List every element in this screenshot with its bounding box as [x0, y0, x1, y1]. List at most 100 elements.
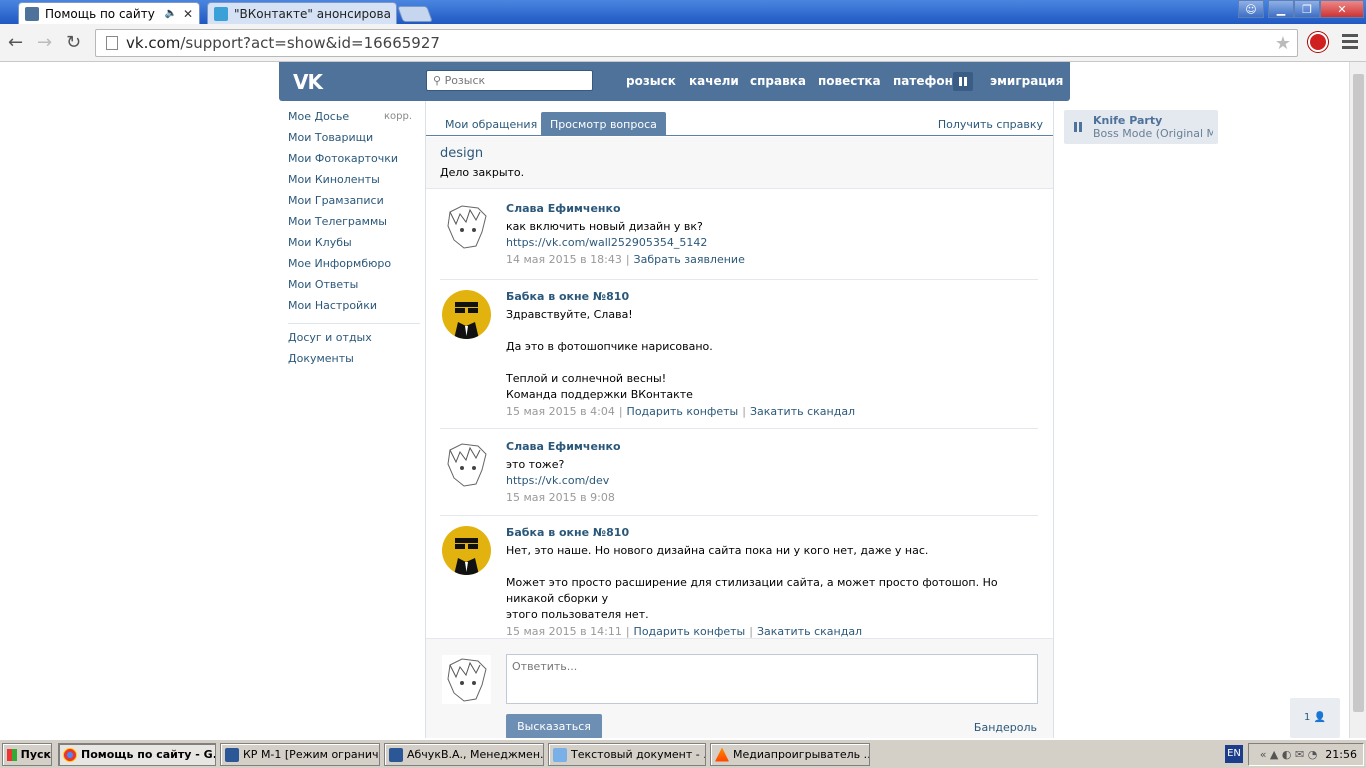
topic-header: design Дело закрыто. [426, 137, 1053, 189]
menu-item-friends[interactable]: Мои Товарищи [288, 131, 420, 152]
system-tray: « ▲ ◐ ✉ ◔ 21:56 [1248, 743, 1364, 766]
vlc-icon [715, 747, 729, 762]
nav-search[interactable]: розыск [626, 74, 676, 88]
reload-icon[interactable]: ↻ [66, 32, 81, 53]
menu-item-settings[interactable]: Мои Настройки [288, 299, 420, 320]
search-input[interactable]: ⚲ Розыск [426, 70, 593, 91]
tray-icons[interactable]: « ▲ ◐ ✉ ◔ [1260, 748, 1318, 761]
nav-logout[interactable]: повестка [818, 74, 881, 88]
post-text: Может это просто расширение для стилизац… [506, 576, 998, 605]
menu-item-videos[interactable]: Мои Киноленты [288, 173, 420, 194]
player-artist: Knife Party [1093, 114, 1163, 127]
browser-toolbar: ← → ↻ vk.com/support?act=show&id=1666592… [0, 24, 1366, 62]
user-icon: 👤 [1313, 712, 1327, 723]
make-scandal-link[interactable]: Закатить скандал [750, 405, 855, 418]
audio-player[interactable]: Knife Party Boss Mode (Original M... [1064, 110, 1218, 144]
forward-icon[interactable]: → [37, 32, 52, 53]
online-friends-widget[interactable]: 1 👤 [1290, 698, 1340, 738]
taskbar-item-chrome[interactable]: Помощь по сайту - G... [58, 743, 216, 766]
bookmark-star-icon[interactable]: ★ [1275, 33, 1291, 54]
menu-item-audio[interactable]: Мои Грамзаписи [288, 194, 420, 215]
tab-my-requests[interactable]: Мои обращения [436, 112, 546, 136]
post-meta: 15 мая 2015 в 9:08 [506, 491, 1038, 504]
user-avatar[interactable] [442, 202, 491, 251]
nav-music[interactable]: патефон [893, 74, 953, 88]
post: Слава Ефимченко это тоже? https://vk.com… [440, 440, 1038, 516]
post-meta: 15 мая 2015 в 4:04 | Подарить конфеты | Зака… [506, 405, 856, 418]
post-text: как включить новый дизайн у вк? [506, 220, 703, 233]
browser-tab-inactive[interactable]: "ВКонтакте" анонсировала [207, 2, 397, 24]
start-label: Пуск [20, 748, 51, 761]
menu-item-games[interactable]: Досуг и отдых [288, 331, 420, 352]
send-button[interactable]: Высказаться [506, 714, 602, 739]
pause-icon[interactable] [953, 72, 973, 91]
taskbar-item-word[interactable]: АбчукВ.А., Менеджмен... [384, 743, 544, 766]
post-author[interactable]: Слава Ефимченко [506, 202, 1038, 219]
get-help-link[interactable]: Получить справку [938, 118, 1043, 131]
post-text: Команда поддержки ВКонтакте [506, 388, 693, 401]
post-author[interactable]: Бабка в окне №810 [506, 526, 1038, 543]
close-tab-icon[interactable]: ✕ [183, 7, 193, 21]
nav-games[interactable]: качели [689, 74, 739, 88]
speaker-icon: 🔈 [164, 8, 177, 19]
post: Слава Ефимченко как включить новый дизай… [440, 202, 1038, 280]
pause-icon[interactable] [1074, 122, 1084, 132]
menu-item-groups[interactable]: Мои Клубы [288, 236, 420, 257]
taskbar-item-vlc[interactable]: Медиапроигрыватель ... [710, 743, 870, 766]
support-agent-avatar[interactable] [442, 526, 491, 575]
menu-item-photos[interactable]: Мои Фотокарточки [288, 152, 420, 173]
edit-profile-link[interactable]: корр. [384, 111, 412, 122]
post-link[interactable]: https://vk.com/wall252905354_5142 [506, 235, 1038, 251]
post-link[interactable]: https://vk.com/dev [506, 473, 1038, 489]
support-content: Мои обращения Просмотр вопроса Получить … [425, 101, 1054, 739]
vk-logo[interactable]: VK [293, 70, 323, 94]
menu-item-news[interactable]: Мое Информбюро [288, 257, 420, 278]
new-tab-button[interactable] [397, 6, 433, 22]
stop-extension-icon[interactable] [1308, 32, 1328, 52]
give-candy-link[interactable]: Подарить конфеты [627, 405, 739, 418]
back-icon[interactable]: ← [8, 32, 23, 53]
page-scrollbar[interactable] [1349, 62, 1366, 738]
menu-item-answers[interactable]: Мои Ответы [288, 278, 420, 299]
address-bar[interactable]: vk.com/support?act=show&id=16665927 ★ [95, 29, 1298, 57]
chrome-icon [63, 747, 77, 762]
left-menu: Мое Досье Мои Товарищи Мои Фотокарточки … [288, 110, 420, 373]
withdraw-request-link[interactable]: Забрать заявление [634, 253, 745, 266]
user-avatar[interactable] [442, 440, 491, 489]
scrollbar-thumb[interactable] [1353, 74, 1364, 712]
post-author[interactable]: Слава Ефимченко [506, 440, 1038, 457]
start-button[interactable]: Пуск [2, 743, 52, 766]
post-date: 14 мая 2015 в 18:43 [506, 253, 622, 266]
vk-favicon-icon [25, 6, 39, 21]
tab-title: "ВКонтакте" анонсировала [234, 6, 390, 21]
menu-item-messages[interactable]: Мои Телеграммы [288, 215, 420, 236]
taskbar-item-word[interactable]: КР М-1 [Режим огранич... [220, 743, 380, 766]
minimize-button[interactable]: ▁ [1268, 0, 1294, 18]
browser-tab-bar: Помощь по сайту 🔈 ✕ "ВКонтакте" анонсиро… [0, 0, 1366, 24]
nav-emigration[interactable]: эмиграция [990, 74, 1063, 88]
close-window-button[interactable]: ✕ [1320, 0, 1364, 18]
word-icon [225, 747, 239, 762]
post-text: это тоже? [506, 458, 565, 471]
reply-input[interactable]: Ответить... [506, 654, 1038, 704]
attach-link[interactable]: Бандероль [974, 721, 1037, 734]
chrome-menu-icon[interactable] [1342, 34, 1358, 52]
task-label: Текстовый документ - ... [571, 748, 706, 761]
restore-button[interactable]: ❐ [1294, 0, 1320, 18]
support-tabs: Мои обращения Просмотр вопроса Получить … [426, 101, 1053, 136]
search-icon: ⚲ [433, 74, 445, 87]
taskbar-item-notepad[interactable]: Текстовый документ - ... [548, 743, 706, 766]
make-scandal-link[interactable]: Закатить скандал [757, 625, 862, 638]
nav-help[interactable]: справка [750, 74, 806, 88]
vk-header: VK ⚲ Розыск розыск качели справка повест… [279, 62, 1070, 101]
support-agent-avatar[interactable] [442, 290, 491, 339]
user-icon[interactable]: ☺ [1238, 0, 1264, 18]
post-meta: 15 мая 2015 в 14:11 | Подарить конфеты | Зак… [506, 625, 863, 638]
menu-item-documents[interactable]: Документы [288, 352, 420, 373]
browser-tab-active[interactable]: Помощь по сайту 🔈 ✕ [18, 2, 200, 24]
give-candy-link[interactable]: Подарить конфеты [634, 625, 746, 638]
language-indicator[interactable]: EN [1225, 745, 1243, 763]
post-author[interactable]: Бабка в окне №810 [506, 290, 1038, 307]
friends-count: 1 [1304, 712, 1311, 723]
tab-view-question[interactable]: Просмотр вопроса [541, 112, 666, 136]
